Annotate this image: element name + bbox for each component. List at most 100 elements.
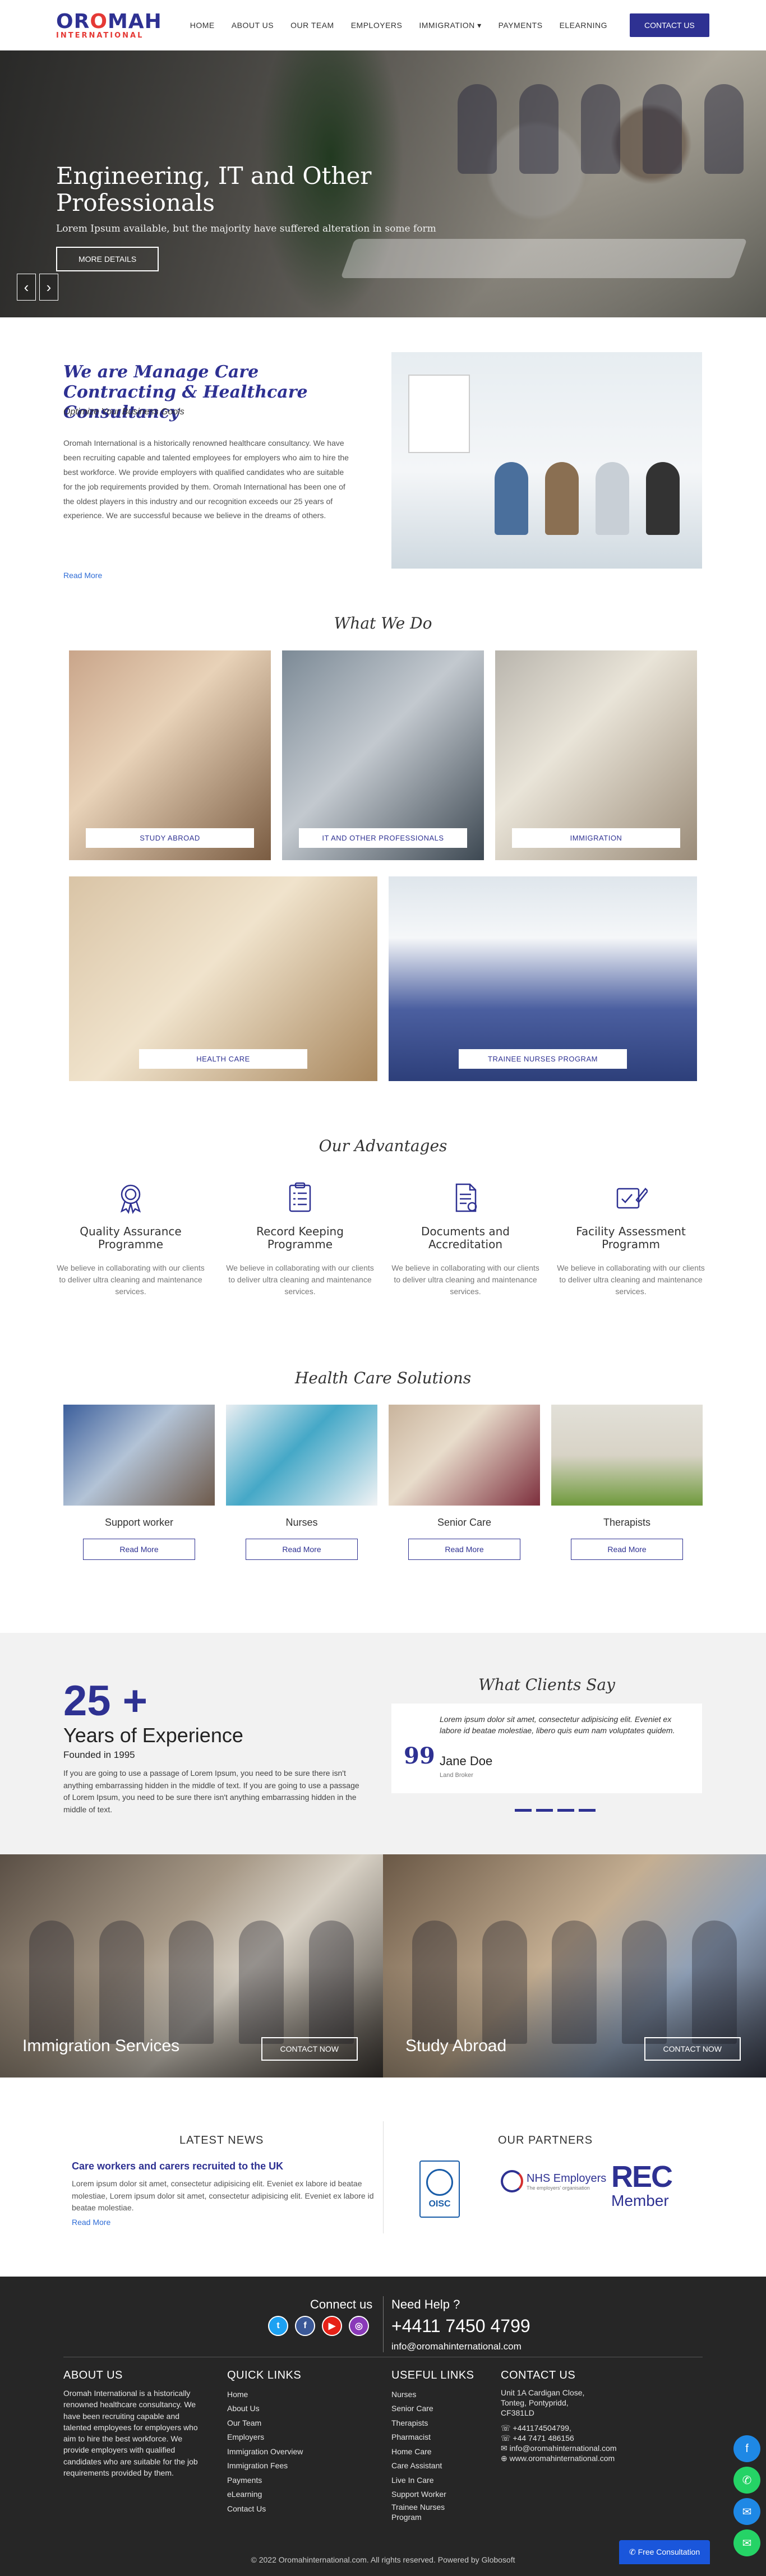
pager-dot[interactable] (536, 1809, 553, 1812)
facebook-float-icon[interactable]: f (733, 2435, 760, 2462)
footer-divider (383, 2296, 384, 2352)
footer-quick-links: QUICK LINKS Home About Us Our Team Emplo… (227, 2369, 303, 2516)
advantage-title: Record Keeping Programme (256, 1225, 344, 1251)
quick-link-home[interactable]: Home (227, 2388, 303, 2402)
senior-care-image (389, 1405, 540, 1506)
useful-link-live-in-care[interactable]: Live In Care (391, 2473, 476, 2487)
what-we-do-title: What We Do (334, 614, 432, 633)
nav-payments[interactable]: PAYMENTS (499, 21, 543, 30)
experience-number: 25 + (63, 1677, 148, 1725)
useful-link-home-care[interactable]: Home Care (391, 2445, 476, 2459)
tile-label: HEALTH CARE (139, 1049, 307, 1069)
read-more-button[interactable]: Read More (408, 1539, 520, 1560)
help-phone[interactable]: +4411 7450 4799 (391, 2316, 530, 2337)
tile-label: STUDY ABROAD (86, 828, 254, 848)
rec-member-logo[interactable]: REC Member (611, 2162, 684, 2210)
study-abroad-banner: Study Abroad CONTACT NOW (383, 1854, 766, 2078)
award-icon (120, 1184, 141, 1215)
instagram-icon[interactable]: ◎ (349, 2316, 369, 2336)
contact-us-button[interactable]: CONTACT US (629, 13, 709, 37)
quick-link-immigration-overview[interactable]: Immigration Overview (227, 2445, 303, 2459)
useful-link-care-assistant[interactable]: Care Assistant (391, 2459, 476, 2473)
read-more-button[interactable]: Read More (571, 1539, 683, 1560)
quick-link-immigration-fees[interactable]: Immigration Fees (227, 2459, 303, 2473)
study-abroad-contact-button[interactable]: CONTACT NOW (644, 2037, 741, 2061)
pager-dot[interactable] (557, 1809, 574, 1812)
immigration-contact-button[interactable]: CONTACT NOW (261, 2037, 358, 2061)
nav-home[interactable]: HOME (190, 21, 215, 30)
testimonial-pager (515, 1809, 596, 1812)
nav-about-us[interactable]: ABOUT US (232, 21, 274, 30)
free-consultation-button[interactable]: ✆ Free Consultation (619, 2540, 710, 2564)
tile-trainee-nurses[interactable]: TRAINEE NURSES PROGRAM (389, 876, 697, 1081)
testimonial-quote: Lorem ipsum dolor sit amet, consectetur … (440, 1715, 675, 1735)
useful-link-pharmacist[interactable]: Pharmacist (391, 2430, 476, 2444)
site-logo[interactable]: OROMAH INTERNATIONAL (56, 11, 162, 39)
email-line[interactable]: ✉ info@oromahinternational.com (501, 2443, 669, 2453)
solution-senior-care: Senior Care Read More (389, 1405, 540, 1560)
oisc-logo[interactable]: OISC (419, 2160, 460, 2218)
hero-title: Engineering, IT and Other Professionals (56, 162, 372, 217)
nav-our-team[interactable]: OUR TEAM (290, 21, 334, 30)
tile-health-care[interactable]: HEALTH CARE (69, 876, 377, 1081)
nav-immigration[interactable]: IMMIGRATION ▾ (419, 21, 481, 30)
nhs-text: NHS Employers (527, 2172, 607, 2185)
read-more-button[interactable]: Read More (246, 1539, 358, 1560)
about-read-more-link[interactable]: Read More (63, 571, 102, 580)
site-header: OROMAH INTERNATIONAL HOME ABOUT US OUR T… (0, 0, 766, 50)
useful-link-support-worker[interactable]: Support Worker (391, 2487, 476, 2501)
immigration-banner: Immigration Services CONTACT NOW (0, 1854, 383, 2078)
quick-link-elearning[interactable]: eLearning (227, 2487, 303, 2501)
prev-arrow-icon[interactable]: ‹ (17, 274, 36, 301)
useful-link-trainee-nurses[interactable]: Trainee Nurses Program (391, 2502, 476, 2522)
quick-link-about[interactable]: About Us (227, 2402, 303, 2416)
tile-it-professionals[interactable]: IT AND OTHER PROFESSIONALS (282, 650, 484, 860)
tile-immigration[interactable]: IMMIGRATION (495, 650, 697, 860)
connect-heading: Connect us (310, 2297, 373, 2311)
whatsapp-icon[interactable]: ✆ (733, 2467, 760, 2494)
floating-contact-buttons: f ✆ ✉ ✉ (733, 2435, 760, 2556)
clients-title: What Clients Say (478, 1675, 615, 1694)
nav-employers[interactable]: EMPLOYERS (351, 21, 403, 30)
signature-icon (616, 1188, 649, 1209)
advantage-title: Facility Assessment Programm (576, 1225, 686, 1251)
nhs-employers-logo[interactable]: NHS Employers The employers' organisation (501, 2170, 606, 2192)
email-float-icon[interactable]: ✉ (733, 2498, 760, 2525)
about-meeting-image (391, 352, 702, 569)
address-line: Unit 1A Cardigan Close, (501, 2388, 585, 2397)
founded-text: Founded in 1995 (63, 1749, 135, 1760)
nav-elearning[interactable]: ELEARNING (560, 21, 607, 30)
news-read-more-link[interactable]: Read More (72, 2218, 110, 2227)
useful-link-senior-care[interactable]: Senior Care (391, 2402, 476, 2416)
website-line[interactable]: ⊕ www.oromahinternational.com (501, 2453, 669, 2463)
support-worker-image (63, 1405, 215, 1506)
news-title[interactable]: Care workers and carers recruited to the… (72, 2160, 283, 2172)
advantage-title: Documents and Accreditation (421, 1225, 510, 1251)
testimonial-role: Land Broker (440, 1772, 473, 1779)
read-more-button[interactable]: Read More (83, 1539, 195, 1560)
help-email[interactable]: info@oromahinternational.com (391, 2341, 522, 2352)
phone-line[interactable]: ☏ +4411745047​99, (501, 2423, 669, 2433)
hero-slider: Engineering, IT and Other Professionals … (0, 50, 766, 317)
quick-link-team[interactable]: Our Team (227, 2416, 303, 2430)
more-details-button[interactable]: MORE DETAILS (56, 247, 159, 271)
useful-link-therapists[interactable]: Therapists (391, 2416, 476, 2430)
useful-links-heading: USEFUL LINKS (391, 2369, 474, 2381)
tile-study-abroad[interactable]: STUDY ABROAD (69, 650, 271, 860)
site-footer: Connect us t f ▶ ◎ Need Help ? +4411 745… (0, 2277, 766, 2576)
twitter-icon[interactable]: t (268, 2316, 288, 2336)
advantage-text: We believe in collaborating with our cli… (226, 1263, 374, 1296)
pager-dot[interactable] (579, 1809, 596, 1812)
chat-icon[interactable]: ✉ (733, 2529, 760, 2556)
quick-link-employers[interactable]: Employers (227, 2430, 303, 2444)
oisc-text: OISC (428, 2199, 451, 2209)
quick-link-contact[interactable]: Contact Us (227, 2502, 303, 2516)
useful-link-nurses[interactable]: Nurses (391, 2388, 476, 2402)
about-section: We are Manage Care Contracting & Healthc… (0, 317, 766, 609)
phone-line[interactable]: ☏ +44 7471 486156 (501, 2433, 669, 2443)
facebook-icon[interactable]: f (295, 2316, 315, 2336)
youtube-icon[interactable]: ▶ (322, 2316, 342, 2336)
quick-link-payments[interactable]: Payments (227, 2473, 303, 2487)
pager-dot[interactable] (515, 1809, 532, 1812)
next-arrow-icon[interactable]: › (39, 274, 58, 301)
